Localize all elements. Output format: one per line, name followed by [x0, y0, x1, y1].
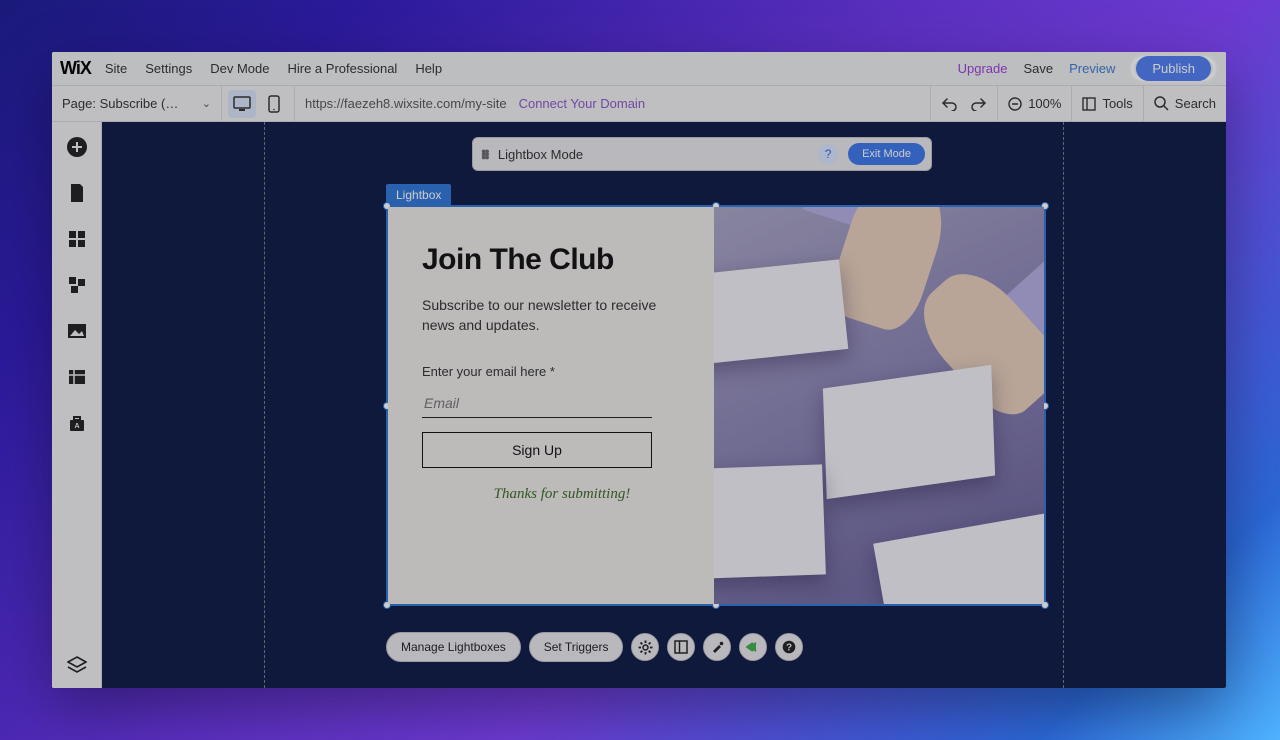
drag-handle-icon[interactable]: ●●●●●●	[481, 150, 488, 159]
guide-left	[264, 122, 265, 688]
add-button[interactable]	[66, 136, 88, 158]
animation-action-button[interactable]	[739, 633, 767, 661]
redo-icon	[971, 97, 987, 111]
plus-circle-icon	[66, 136, 88, 158]
briefcase-icon: A	[68, 414, 86, 432]
mobile-icon	[268, 95, 280, 113]
zoom-control[interactable]: 100%	[998, 86, 1072, 121]
layout-action-button[interactable]	[667, 633, 695, 661]
element-actions: Manage Lightboxes Set Triggers ?	[386, 632, 803, 662]
wix-logo: WiX	[60, 58, 91, 79]
desktop-view-button[interactable]	[228, 90, 256, 118]
editor-window: WiX Site Settings Dev Mode Hire a Profes…	[52, 52, 1226, 688]
table-icon	[68, 369, 86, 385]
zoom-value: 100%	[1028, 96, 1061, 111]
undo-button[interactable]	[941, 97, 957, 111]
menu-devmode[interactable]: Dev Mode	[210, 61, 269, 76]
lightbox-mode-bar[interactable]: ●●●●●● Lightbox Mode ? Exit Mode	[472, 137, 932, 171]
help-action-button[interactable]: ?	[775, 633, 803, 661]
sections-button[interactable]	[66, 228, 88, 250]
publish-button[interactable]: Publish	[1136, 56, 1211, 81]
site-url: https://faezeh8.wixsite.com/my-site	[305, 96, 507, 111]
redo-button[interactable]	[971, 97, 987, 111]
email-field-label: Enter your email here *	[422, 364, 680, 379]
business-button[interactable]: A	[66, 412, 88, 434]
gear-icon	[638, 640, 653, 655]
left-toolbar: A	[52, 122, 102, 688]
mode-help-button[interactable]: ?	[818, 144, 838, 164]
lightbox-title: Join The Club	[422, 243, 680, 277]
tools-label: Tools	[1102, 96, 1132, 111]
data-button[interactable]	[66, 366, 88, 388]
search-label: Search	[1175, 96, 1216, 111]
search-icon	[1154, 96, 1169, 111]
menu-help[interactable]: Help	[415, 61, 442, 76]
mobile-view-button[interactable]	[260, 90, 288, 118]
lightbox-subtitle: Subscribe to our newsletter to receive n…	[422, 295, 680, 336]
brush-icon	[710, 640, 724, 654]
search-button[interactable]: Search	[1144, 86, 1226, 121]
layers-button[interactable]	[66, 654, 88, 676]
svg-text:A: A	[74, 423, 79, 430]
desktop-icon	[233, 96, 251, 112]
signup-button[interactable]: Sign Up	[422, 432, 652, 468]
columns-icon	[674, 640, 688, 654]
menu-site[interactable]: Site	[105, 61, 127, 76]
layout-button[interactable]	[66, 274, 88, 296]
page-selector[interactable]: Page: Subscribe (… ⌄	[52, 86, 222, 121]
menu-hire[interactable]: Hire a Professional	[287, 61, 397, 76]
tools-button[interactable]: Tools	[1072, 86, 1143, 121]
selection-tag[interactable]: Lightbox	[386, 184, 451, 206]
connect-domain-link[interactable]: Connect Your Domain	[519, 96, 645, 111]
page-label: Page: Subscribe (…	[62, 96, 178, 111]
undo-icon	[941, 97, 957, 111]
puzzle-icon	[68, 276, 86, 294]
top-menu-bar: WiX Site Settings Dev Mode Hire a Profes…	[52, 52, 1226, 86]
manage-lightboxes-button[interactable]: Manage Lightboxes	[386, 632, 521, 662]
mode-label: Lightbox Mode	[498, 147, 583, 162]
svg-text:?: ?	[786, 643, 792, 654]
media-button[interactable]	[66, 320, 88, 342]
layers-icon	[67, 656, 87, 674]
toolbar: Page: Subscribe (… ⌄ https://faezeh8.wix…	[52, 86, 1226, 122]
save-link[interactable]: Save	[1023, 61, 1053, 76]
menu-settings[interactable]: Settings	[145, 61, 192, 76]
question-icon: ?	[782, 640, 796, 654]
guide-right	[1063, 122, 1064, 688]
grid-icon	[68, 230, 86, 248]
thanks-message: Thanks for submitting!	[447, 486, 677, 503]
email-input[interactable]	[422, 391, 652, 418]
exit-mode-button[interactable]: Exit Mode	[848, 143, 925, 165]
lightbox-content[interactable]: Join The Club Subscribe to our newslette…	[388, 207, 714, 604]
panel-icon	[1082, 97, 1096, 111]
design-action-button[interactable]	[703, 633, 731, 661]
pages-button[interactable]	[66, 182, 88, 204]
editor-canvas[interactable]: ●●●●●● Lightbox Mode ? Exit Mode Lightbo…	[102, 122, 1226, 688]
lightbox-image[interactable]	[714, 207, 1044, 604]
lightbox-frame[interactable]: Join The Club Subscribe to our newslette…	[386, 205, 1046, 606]
set-triggers-button[interactable]: Set Triggers	[529, 632, 624, 662]
preview-link[interactable]: Preview	[1069, 61, 1115, 76]
settings-action-button[interactable]	[631, 633, 659, 661]
zoom-out-icon	[1008, 97, 1022, 111]
image-icon	[67, 323, 87, 339]
page-icon	[69, 183, 85, 203]
animation-icon	[746, 640, 760, 654]
chevron-down-icon: ⌄	[202, 97, 211, 110]
publish-highlight: Publish	[1131, 56, 1216, 81]
upgrade-link[interactable]: Upgrade	[958, 61, 1008, 76]
url-bar[interactable]: https://faezeh8.wixsite.com/my-site Conn…	[295, 86, 931, 121]
